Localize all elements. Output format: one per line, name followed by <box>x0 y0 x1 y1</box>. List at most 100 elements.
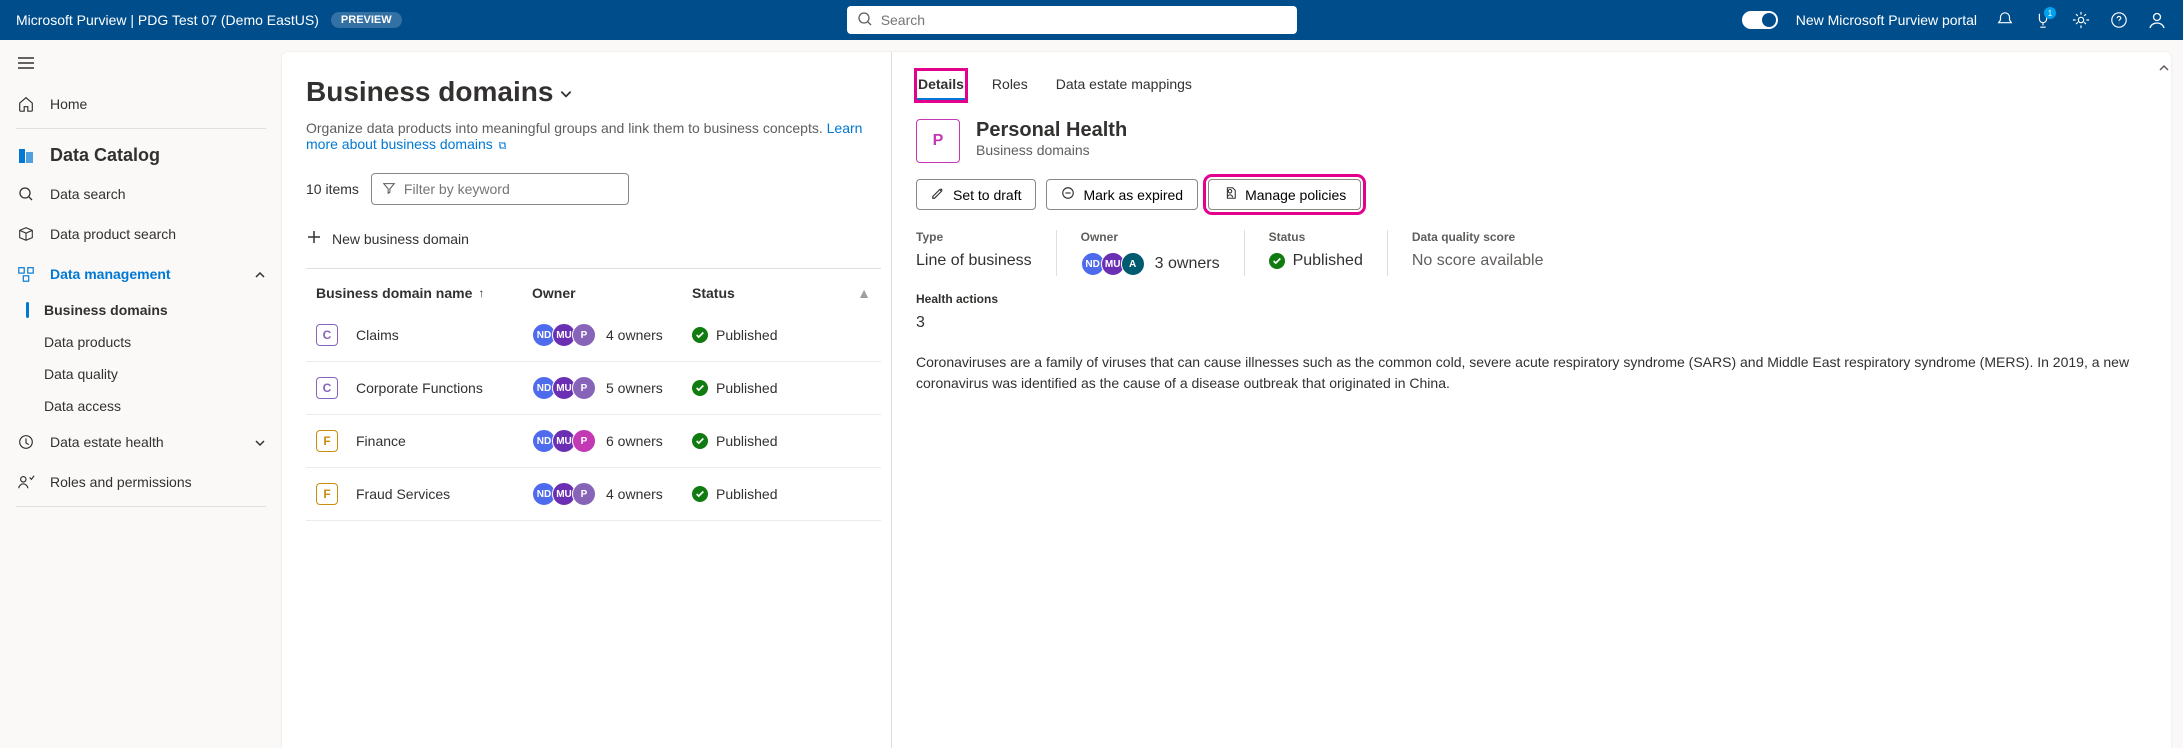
settings-icon[interactable] <box>2071 10 2091 30</box>
avatar: P <box>572 482 596 506</box>
detail-panel: Details Roles Data estate mappings P Per… <box>892 52 2171 748</box>
global-search[interactable] <box>847 6 1297 34</box>
chevron-down-icon <box>254 436 266 448</box>
sort-up-icon: ↑ <box>478 286 484 300</box>
col-owner[interactable]: Owner <box>532 285 692 301</box>
manage-policies-button[interactable]: Manage policies <box>1208 179 1361 210</box>
divider <box>306 268 881 269</box>
top-header: Microsoft Purview | PDG Test 07 (Demo Ea… <box>0 0 2183 40</box>
domain-letter-badge: F <box>316 483 338 505</box>
table-row[interactable]: C Corporate Functions ND MU P 5 owners P… <box>306 362 881 415</box>
avatar: P <box>572 376 596 400</box>
filter-input[interactable] <box>404 181 618 197</box>
owner-count: 4 owners <box>606 486 663 502</box>
owner-avatars: ND MU P <box>532 376 596 400</box>
external-link-icon: ⧉ <box>499 140 507 152</box>
status-text: Published <box>716 380 778 396</box>
plus-icon <box>306 229 322 248</box>
status-text: Published <box>716 433 778 449</box>
status-text: Published <box>716 327 778 343</box>
nav-roles-permissions[interactable]: Roles and permissions <box>0 462 282 502</box>
meta-owner: Owner ND MU A 3 owners <box>1081 230 1245 276</box>
divider <box>16 128 266 129</box>
owner-avatars: ND MU P <box>532 323 596 347</box>
sidebar: Home Data Catalog Data search Data produ… <box>0 40 282 748</box>
scroll-up-icon[interactable] <box>2159 60 2169 76</box>
item-count: 10 items <box>306 181 359 197</box>
meta-type: Type Line of business <box>916 230 1057 276</box>
owner-avatars: ND MU P <box>532 429 596 453</box>
owner-count: 6 owners <box>606 433 663 449</box>
domain-name: Corporate Functions <box>356 380 483 396</box>
table-row[interactable]: C Claims ND MU P 4 owners Published <box>306 309 881 362</box>
nav-product-search[interactable]: Data product search <box>0 214 282 254</box>
domain-letter-badge: F <box>316 430 338 452</box>
account-icon[interactable] <box>2147 10 2167 30</box>
search-icon <box>16 184 36 204</box>
chevron-down-icon[interactable] <box>559 76 573 108</box>
nav-data-search[interactable]: Data search <box>0 174 282 214</box>
portal-label: New Microsoft Purview portal <box>1796 12 1977 28</box>
bell-icon[interactable] <box>1995 10 2015 30</box>
diagnostics-icon[interactable]: 1 <box>2033 10 2053 30</box>
search-input[interactable] <box>881 12 1287 28</box>
help-icon[interactable] <box>2109 10 2129 30</box>
app-title: Microsoft Purview | PDG Test 07 (Demo Ea… <box>16 12 319 28</box>
owner-avatars: ND MU A <box>1081 252 1145 276</box>
roles-icon <box>16 472 36 492</box>
filter-icon <box>382 181 396 198</box>
description-text: Coronaviruses are a family of viruses th… <box>916 352 2147 394</box>
meta-quality: Data quality score No score available <box>1412 230 1568 276</box>
portal-toggle[interactable] <box>1742 11 1778 29</box>
list-panel: Business domains Organize data products … <box>282 52 892 748</box>
search-icon <box>857 11 881 30</box>
table-row[interactable]: F Fraud Services ND MU P 4 owners Publis… <box>306 468 881 521</box>
tab-mappings[interactable]: Data estate mappings <box>1054 70 1194 101</box>
notif-badge: 1 <box>2044 7 2056 19</box>
check-icon <box>692 486 708 502</box>
meta-status: Status Published <box>1269 230 1388 276</box>
edit-icon <box>931 186 945 203</box>
subnav-data-products[interactable]: Data products <box>0 326 282 358</box>
check-icon <box>692 433 708 449</box>
catalog-icon <box>16 146 36 166</box>
col-status[interactable]: Status▲ <box>692 285 871 301</box>
nav-home[interactable]: Home <box>0 84 282 124</box>
tab-details[interactable]: Details <box>916 70 966 101</box>
table-row[interactable]: F Finance ND MU P 6 owners Published <box>306 415 881 468</box>
domain-name: Claims <box>356 327 399 343</box>
health-icon <box>16 432 36 452</box>
status-text: Published <box>716 486 778 502</box>
preview-badge: PREVIEW <box>331 12 402 28</box>
filter-input-wrap[interactable] <box>371 173 629 205</box>
health-actions-label: Health actions <box>916 292 2147 306</box>
domain-name: Finance <box>356 433 406 449</box>
owner-count: 5 owners <box>606 380 663 396</box>
hamburger-icon[interactable] <box>0 56 282 84</box>
avatar: A <box>1121 252 1145 276</box>
col-name[interactable]: Business domain name ↑ <box>316 285 532 301</box>
set-to-draft-button[interactable]: Set to draft <box>916 179 1036 210</box>
check-icon <box>692 327 708 343</box>
management-icon <box>16 264 36 284</box>
health-actions-value: 3 <box>916 314 2147 332</box>
nav-estate-health[interactable]: Data estate health <box>0 422 282 462</box>
policies-icon <box>1223 186 1237 203</box>
owner-count: 4 owners <box>606 327 663 343</box>
new-domain-button[interactable]: New business domain <box>306 221 881 256</box>
home-icon <box>16 94 36 114</box>
table-body[interactable]: C Claims ND MU P 4 owners Published C Co… <box>306 309 881 521</box>
domain-letter-badge: P <box>916 119 960 163</box>
minus-circle-icon <box>1061 186 1075 203</box>
subnav-data-access[interactable]: Data access <box>0 390 282 422</box>
subnav-data-quality[interactable]: Data quality <box>0 358 282 390</box>
domain-letter-badge: C <box>316 324 338 346</box>
subnav-business-domains[interactable]: Business domains <box>0 294 282 326</box>
nav-data-management[interactable]: Data management <box>0 254 282 294</box>
nav-label: Home <box>50 96 266 112</box>
tab-roles[interactable]: Roles <box>990 70 1030 101</box>
domain-name: Fraud Services <box>356 486 450 502</box>
mark-expired-button[interactable]: Mark as expired <box>1046 179 1198 210</box>
page-title: Business domains <box>306 76 881 108</box>
avatar: P <box>572 429 596 453</box>
